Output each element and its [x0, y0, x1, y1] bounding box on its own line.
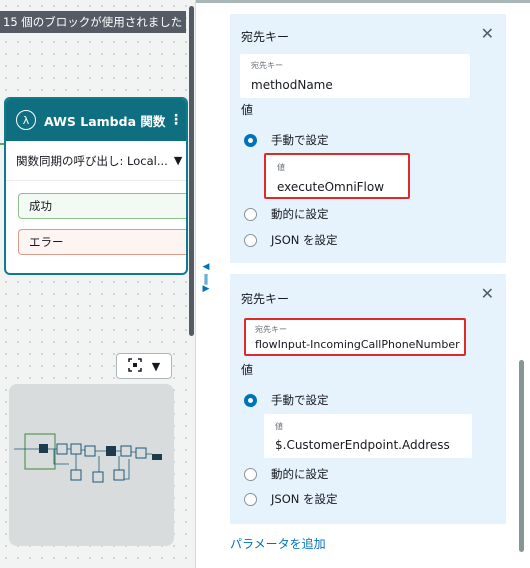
dest-key-label: 宛先キー	[241, 30, 290, 44]
lambda-block-title: AWS Lambda 関数	[44, 113, 166, 129]
lambda-function-label: 関数同期の呼び出し: Local...	[16, 153, 168, 168]
lambda-block-header[interactable]: λ AWS Lambda 関数 ⋮	[6, 99, 186, 141]
lambda-block[interactable]: λ AWS Lambda 関数 ⋮ 関数同期の呼び出し: Local... ▼ …	[4, 97, 188, 275]
radio-manual-label: 手動で設定	[271, 393, 329, 407]
value-input[interactable]: 値 executeOmniFlow	[264, 153, 410, 199]
attribute-panel-2: 宛先キー ✕ 宛先キー flowInput-IncomingCallPhoneN…	[230, 274, 506, 524]
branch-error[interactable]: エラー	[18, 229, 186, 255]
canvas-scrollbar[interactable]	[189, 6, 194, 336]
radio-manual-label: 手動で設定	[271, 133, 329, 147]
value-label: 値	[241, 363, 254, 377]
value-input-value: executeOmniFlow	[277, 180, 385, 194]
fit-view-button[interactable]: ▼	[116, 353, 172, 379]
radio-selected-icon	[244, 133, 257, 147]
dest-key-input[interactable]: 宛先キー flowInput-IncomingCallPhoneNumber	[244, 318, 466, 356]
panel-resize-handle[interactable]: ◀ ‖ ▶	[199, 262, 213, 310]
radio-json[interactable]: JSON を設定	[244, 232, 338, 248]
radio-dynamic-label: 動的に設定	[271, 207, 329, 221]
value-input-caption: 値	[277, 163, 285, 172]
radio-json-label: JSON を設定	[271, 233, 338, 247]
radio-json[interactable]: JSON を設定	[244, 491, 338, 507]
dest-key-input-value: methodName	[251, 78, 333, 92]
radio-unselected-icon	[244, 233, 257, 247]
radio-unselected-icon	[244, 207, 257, 221]
radio-dynamic[interactable]: 動的に設定	[244, 206, 329, 222]
radio-json-label: JSON を設定	[271, 492, 338, 506]
radio-manual[interactable]: 手動で設定	[244, 132, 329, 148]
dest-key-input-caption: 宛先キー	[251, 61, 283, 70]
flow-canvas[interactable]: 15 個のブロックが使用されました λ AWS Lambda 関数 ⋮ 関数同期…	[0, 0, 196, 568]
radio-dynamic-label: 動的に設定	[271, 467, 329, 481]
fit-screen-icon	[128, 357, 142, 375]
branch-success[interactable]: 成功	[18, 193, 186, 219]
radio-selected-icon	[244, 393, 257, 407]
panel-scrollbar[interactable]	[519, 360, 524, 552]
block-count-banner: 15 個のブロックが使用されました	[0, 11, 186, 33]
close-icon[interactable]: ✕	[481, 24, 494, 43]
lambda-icon: λ	[16, 110, 36, 130]
lambda-function-select[interactable]: 関数同期の呼び出し: Local... ▼	[6, 141, 186, 181]
value-label: 値	[241, 103, 254, 117]
minimap-preview	[14, 433, 162, 483]
dest-key-label: 宛先キー	[241, 292, 290, 306]
caret-down-icon: ▼	[151, 359, 161, 373]
kebab-menu-icon[interactable]: ⋮	[166, 112, 186, 128]
radio-unselected-icon	[244, 492, 257, 506]
chevron-down-icon: ▼	[173, 154, 183, 167]
minimap[interactable]	[9, 384, 174, 546]
attribute-panel-1: 宛先キー ✕ 宛先キー methodName 値 手動で設定 値 execute…	[230, 14, 506, 263]
value-input-value: $.CustomerEndpoint.Address	[275, 438, 450, 452]
dest-key-input-caption: 宛先キー	[255, 325, 287, 334]
value-input-caption: 値	[275, 422, 283, 431]
radio-manual[interactable]: 手動で設定	[244, 392, 329, 408]
dest-key-input[interactable]: 宛先キー methodName	[240, 54, 470, 98]
close-icon[interactable]: ✕	[481, 284, 494, 303]
expand-right-icon: ▶	[202, 284, 210, 294]
dest-key-input-value: flowInput-IncomingCallPhoneNumber	[255, 338, 460, 351]
value-input[interactable]: 値 $.CustomerEndpoint.Address	[264, 414, 472, 458]
drag-handle-icon: ‖	[203, 272, 209, 285]
radio-dynamic[interactable]: 動的に設定	[244, 466, 329, 482]
radio-unselected-icon	[244, 467, 257, 481]
add-parameter-link[interactable]: パラメータを追加	[230, 535, 326, 552]
